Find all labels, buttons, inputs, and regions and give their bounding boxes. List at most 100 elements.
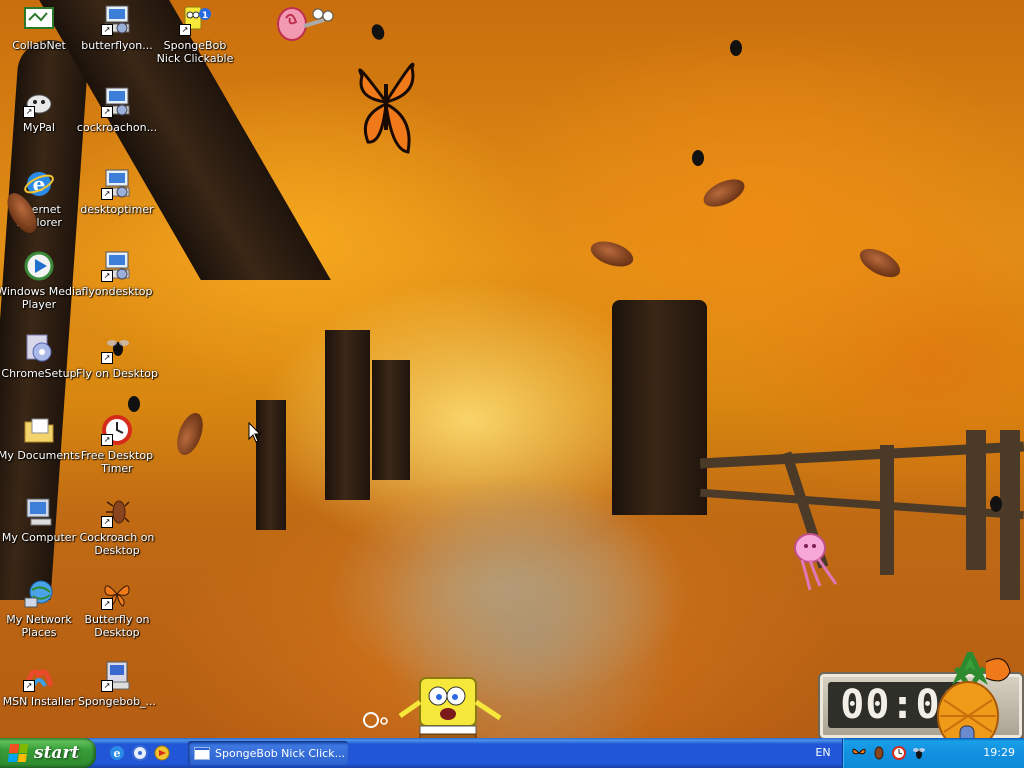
wallpaper-tree-trunk [372,360,410,480]
start-button-label: start [34,743,80,763]
desktop-icon-mypal[interactable]: ↗ MyPal [0,86,79,134]
cockroach-on-desktop-icon: ↗ [101,496,133,528]
desktop-icon-label: Free Desktop Timer [80,449,154,475]
wallpaper-fence [966,430,986,570]
msn-installer-icon: ↗ [23,660,55,692]
desktop-icon-label: SpongeBob Nick Clickable [156,39,234,65]
svg-text:e: e [114,747,121,760]
butterfly-sprite [358,62,415,154]
free-desktop-timer-icon: ↗ [101,414,133,446]
my-network-places-icon [23,578,55,610]
desktop-icon-flyondesktop[interactable]: ↗ flyondesktop [77,250,157,298]
wallpaper-fence [880,445,894,575]
my-documents-icon [23,414,55,446]
cockroach-installer-icon: ↗ [101,86,133,118]
desktop-icon-label: My Documents [0,449,81,462]
shortcut-arrow-icon: ↗ [23,680,35,692]
taskbar: start e SpongeBob Nick Click... EN 19:29 [0,738,1024,768]
wallpaper-tree-trunk [612,300,707,515]
chrome-setup-icon [23,332,55,364]
shortcut-arrow-icon: ↗ [179,24,191,36]
wallpaper-tree-trunk [256,400,286,530]
desktop-icon-label: MSN Installer [2,695,76,708]
spongebob-icon: 1 ↗ [179,4,211,36]
shortcut-arrow-icon: ↗ [101,516,113,528]
shortcut-arrow-icon: ↗ [101,352,113,364]
desktop-icon-label: Cockroach on Desktop [79,531,155,557]
shortcut-arrow-icon: ↗ [101,24,113,36]
desktop-icon-label: My Computer [1,531,77,544]
svg-text:1: 1 [202,11,208,21]
quick-launch-media-icon[interactable] [131,744,149,762]
desktop-icon-msn-installer[interactable]: ↗ MSN Installer [0,660,79,708]
quick-launch-desktop-icon[interactable] [153,744,171,762]
windows-media-player-icon [23,250,55,282]
butterfly-on-desktop-icon: ↗ [101,578,133,610]
cockroach-icon[interactable] [871,745,887,761]
language-indicator[interactable]: EN [808,738,838,768]
desktop-icon-label: desktoptimer [80,203,154,216]
desktop-icon-label: Spongebob_... [77,695,157,708]
shortcut-arrow-icon: ↗ [23,106,35,118]
jellyfish-sprite [794,533,838,591]
desktop-icon-desktoptimer[interactable]: ↗ desktoptimer [77,168,157,216]
flyondesktop-installer-icon: ↗ [101,250,133,282]
desktop-icon-my-computer[interactable]: My Computer [0,496,79,544]
collabnet-icon [23,4,55,36]
desktop-icon-label: flyondesktop [81,285,153,298]
spongebob-installer-icon: ↗ [101,660,133,692]
my-computer-icon [23,496,55,528]
desktoptimer-installer-icon: ↗ [101,168,133,200]
fly-sprite [692,150,704,166]
desktop-icon-windows-media-player[interactable]: Windows Media Player [0,250,82,311]
shortcut-arrow-icon: ↗ [101,434,113,446]
desktop-icon-butterflyon[interactable]: ↗ butterflyon... [77,4,157,52]
window-icon [194,746,210,760]
desktop-icon-spongebob-installer[interactable]: ↗ Spongebob_... [77,660,157,708]
desktop-icon-my-network-places[interactable]: My Network Places [0,578,79,639]
pineapple-house-sprite [937,652,1011,751]
desktop-icon-label: CollabNet [12,39,66,52]
mypal-icon: ↗ [23,86,55,118]
desktop-icon-label: ChromeSetup [1,367,77,380]
taskbar-clock[interactable]: 19:29 [983,738,1015,768]
mouse-cursor-icon [248,422,262,443]
start-button[interactable]: start [0,738,96,768]
taskbar-window-label: SpongeBob Nick Click... [215,746,346,760]
windows-logo-icon [7,744,29,762]
shortcut-arrow-icon: ↗ [101,106,113,118]
desktop-icon-chromesetup[interactable]: ChromeSetup [0,332,79,380]
timer-icon[interactable] [891,745,907,761]
desktop-icon-label: cockroachon... [76,121,158,134]
desktop-icon-label: Windows Media Player [0,285,82,311]
system-tray: 19:29 [842,738,1024,768]
snail-character-sprite [277,7,334,41]
shortcut-arrow-icon: ↗ [101,598,113,610]
desktop-icon-fly-on-desktop[interactable]: ↗ Fly on Desktop [76,332,158,380]
internet-explorer-icon: e [23,168,55,200]
desktop-icon-collabnet[interactable]: CollabNet [0,4,79,52]
butterfly-installer-icon: ↗ [101,4,133,36]
desktop-icon-my-documents[interactable]: My Documents [0,414,81,462]
shortcut-arrow-icon: ↗ [101,270,113,282]
butterfly-icon[interactable] [851,745,867,761]
shortcut-arrow-icon: ↗ [101,188,113,200]
shortcut-arrow-icon: ↗ [101,680,113,692]
desktop-icon-spongebob-nick-clickable[interactable]: 1 ↗ SpongeBob Nick Clickable [155,4,235,65]
fly-sprite [128,396,140,412]
desktop-icon-cockroachon[interactable]: ↗ cockroachon... [77,86,157,134]
fly-sprite [730,40,742,56]
desktop-icon-butterfly-on-desktop[interactable]: ↗ Butterfly on Desktop [77,578,157,639]
desktop-icon-label: Butterfly on Desktop [84,613,150,639]
desktop-icon-cockroach-on-desktop[interactable]: ↗ Cockroach on Desktop [77,496,157,557]
desktop-icon-label: MyPal [23,121,55,134]
quick-launch-internet-explorer-icon[interactable]: e [108,744,126,762]
desktop-icon-label: My Network Places [6,613,72,639]
desktop-icon-free-desktop-timer[interactable]: ↗ Free Desktop Timer [77,414,157,475]
desktop-icon-label: butterflyon... [81,39,153,52]
bubbles-sprite [363,712,388,728]
fly-sprite [990,496,1002,512]
taskbar-window-button[interactable]: SpongeBob Nick Click... [188,741,348,765]
wallpaper-tree-trunk [325,330,370,500]
fly-icon[interactable] [911,745,927,761]
